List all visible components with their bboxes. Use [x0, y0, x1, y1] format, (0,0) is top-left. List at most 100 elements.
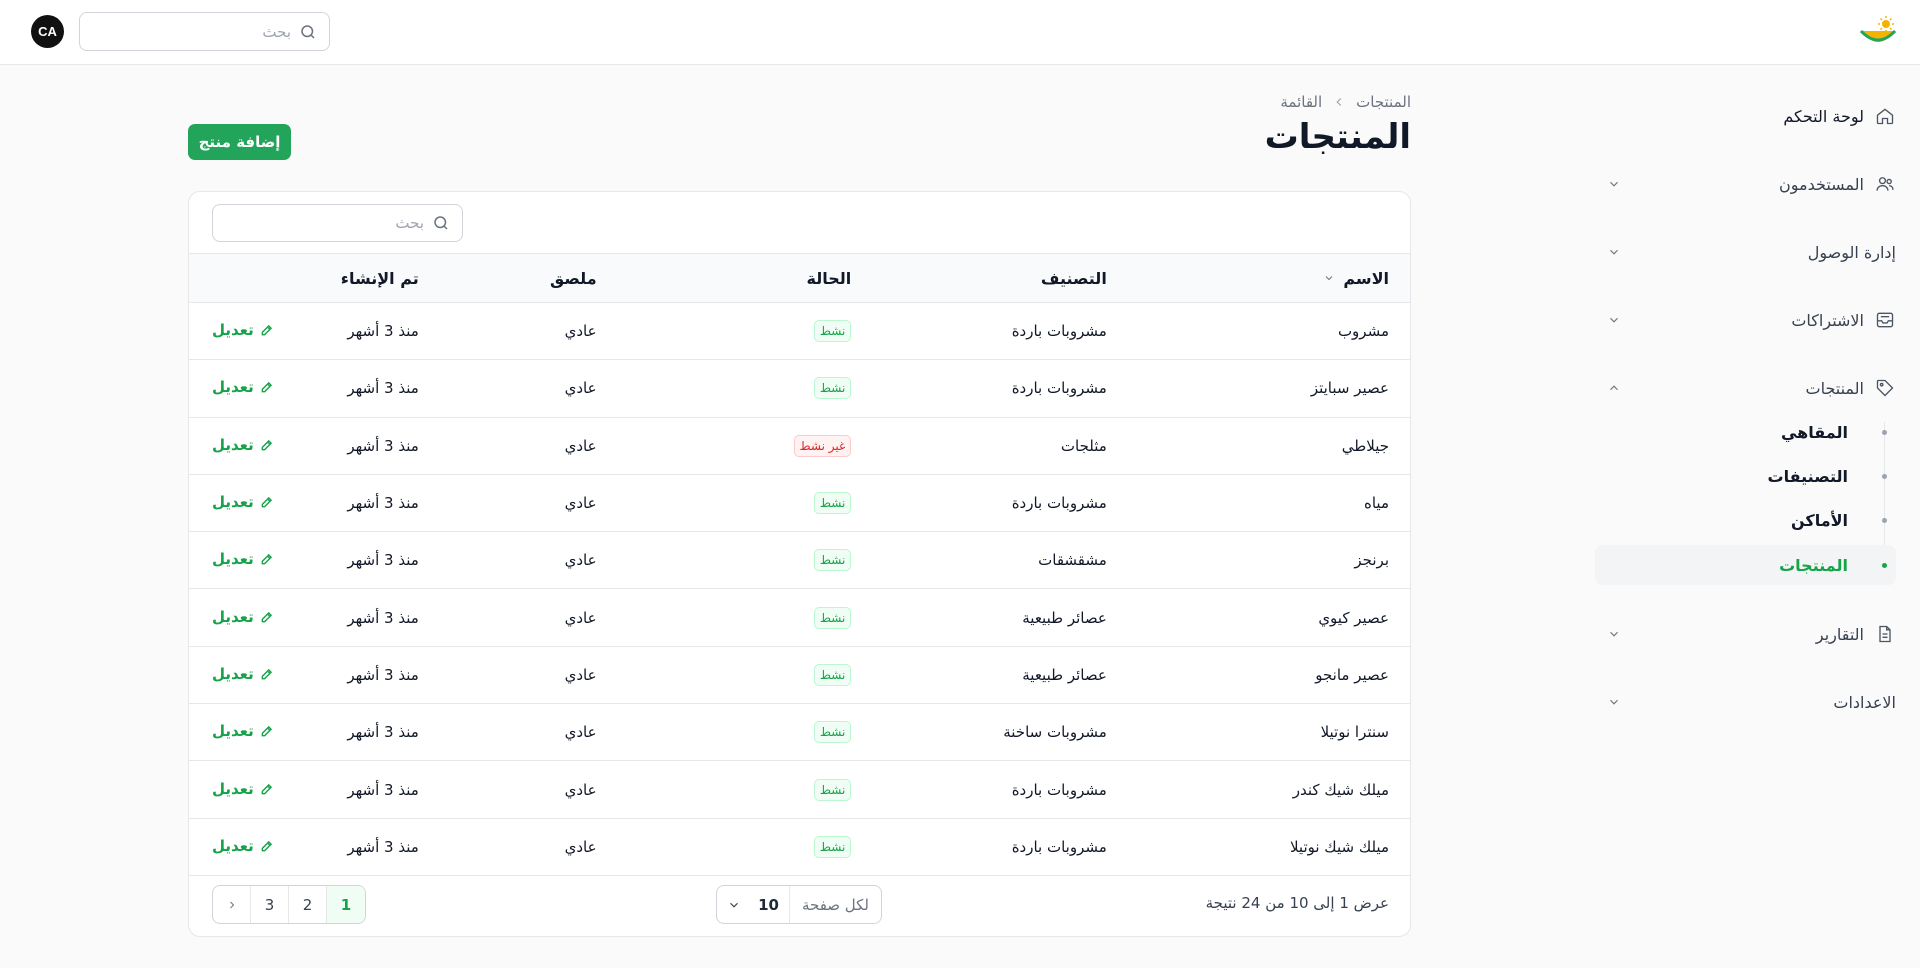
sidebar-item-label: الاعدادات [1833, 692, 1896, 712]
status-badge: نشط [813, 663, 852, 686]
edit-icon [260, 724, 274, 738]
add-product-button[interactable]: إضافة منتج [188, 124, 291, 160]
status-badge: نشط [813, 492, 852, 515]
edit-button[interactable]: تعديل [212, 550, 274, 568]
cell-created: منذ 3 أشهر [347, 379, 419, 398]
per-page-select[interactable]: لكل صفحة 10 [716, 885, 882, 924]
edit-label: تعديل [212, 779, 254, 798]
cell-name: ميلك شيك كندر [1292, 780, 1389, 799]
sidebar-item-label: إدارة الوصول [1807, 242, 1896, 262]
page-button-3[interactable]: 3 [251, 886, 289, 923]
cell-category: مشروبات باردة [1011, 379, 1107, 398]
edit-button[interactable]: تعديل [212, 665, 274, 683]
cell-category: مشروبات ساخنة [1003, 723, 1107, 742]
table-row: ميلك شيك كندر مشروبات باردة نشط عادي منذ… [189, 761, 1410, 819]
edit-button[interactable]: تعديل [212, 493, 274, 511]
chevron-right-icon [229, 901, 234, 908]
cell-category: مشقشقات [1038, 551, 1107, 570]
edit-icon [260, 495, 274, 509]
edit-button[interactable]: تعديل [212, 321, 274, 339]
edit-button[interactable]: تعديل [212, 436, 274, 454]
column-header-created: تم الإنشاء [340, 268, 419, 288]
edit-icon [260, 438, 274, 452]
cell-created: منذ 3 أشهر [347, 837, 419, 856]
cell-actions: تعديل [189, 589, 274, 646]
edit-button[interactable]: تعديل [212, 837, 274, 855]
cell-tag: عادي [564, 665, 597, 684]
bullet-dot [1882, 517, 1887, 523]
subnav-item-cafes[interactable]: المقاهي [1595, 412, 1896, 452]
cell-actions: تعديل [189, 761, 274, 818]
edit-label: تعديل [212, 321, 254, 340]
cell-status: نشط [597, 761, 852, 818]
sidebar-item-reports[interactable]: التقارير [1604, 614, 1896, 654]
per-page-label: لكل صفحة [788, 886, 881, 923]
cell-tag: عادي [564, 436, 597, 455]
sidebar-item-subscriptions[interactable]: الاشتراكات [1604, 300, 1896, 340]
table-row: جيلاطي مثلجات غير نشط عادي منذ 3 أشهر تع… [189, 417, 1410, 475]
cell-category: عصائر طبيعية [1022, 665, 1107, 684]
user-avatar[interactable]: CA [31, 15, 64, 48]
edit-label: تعديل [212, 664, 254, 683]
breadcrumb-root[interactable]: المنتجات [1356, 93, 1411, 111]
sidebar-item-label: الاشتراكات [1791, 310, 1864, 330]
bullet-dot [1882, 562, 1887, 568]
cell-name: عصير سبايتز [1310, 379, 1389, 398]
top-bar: CA [0, 0, 1920, 65]
page-button-1[interactable]: 1 [327, 886, 365, 923]
sidebar-item-products[interactable]: المنتجات [1604, 368, 1896, 408]
edit-label: تعديل [212, 435, 254, 454]
products-table: الاسم التصنيف الحالة ملصق تم الإنشاء مشر… [189, 253, 1410, 876]
edit-label: تعديل [212, 722, 254, 741]
sidebar-item-users[interactable]: المستخدمون [1604, 164, 1896, 204]
sidebar-item-access-management[interactable]: إدارة الوصول [1604, 232, 1896, 272]
table-row: مياه مشروبات باردة نشط عادي منذ 3 أشهر ت… [189, 474, 1410, 532]
table-row: برنجز مشقشقات نشط عادي منذ 3 أشهر تعديل [189, 532, 1410, 589]
cell-status: نشط [597, 646, 852, 703]
column-header-category: التصنيف [1040, 268, 1107, 288]
subnav-label: المقاهي [1780, 422, 1848, 442]
subnav-item-products[interactable]: المنتجات [1595, 545, 1896, 585]
cell-created: منذ 3 أشهر [347, 494, 419, 513]
search-icon [299, 23, 317, 41]
column-header-name[interactable]: الاسم [1107, 254, 1410, 303]
table-search[interactable] [212, 204, 463, 242]
chevron-down-icon [1606, 694, 1622, 710]
edit-label: تعديل [212, 378, 254, 397]
edit-button[interactable]: تعديل [212, 608, 274, 626]
cell-status: نشط [597, 818, 852, 875]
column-header-label: الاسم [1343, 268, 1389, 288]
next-page-button[interactable] [213, 886, 251, 923]
table-search-input[interactable] [213, 214, 424, 232]
sidebar-item-dashboard[interactable]: لوحة التحكم [1604, 96, 1896, 136]
sidebar-item-settings[interactable]: الاعدادات [1604, 682, 1896, 722]
cell-category: عصائر طبيعية [1022, 608, 1107, 627]
bullet-dot [1882, 473, 1887, 479]
global-search[interactable] [79, 12, 330, 51]
page-button-2[interactable]: 2 [289, 886, 327, 923]
edit-button[interactable]: تعديل [212, 722, 274, 740]
inbox-icon [1874, 309, 1896, 331]
subnav-item-categories[interactable]: التصنيفات [1595, 456, 1896, 496]
subnav-label: الأماكن [1790, 510, 1848, 530]
cell-status: غير نشط [597, 417, 852, 474]
cell-created: منذ 3 أشهر [347, 608, 419, 627]
tag-icon [1874, 377, 1896, 399]
cell-actions: تعديل [189, 704, 274, 761]
edit-button[interactable]: تعديل [212, 780, 274, 798]
edit-label: تعديل [212, 607, 254, 626]
sidebar-item-label: المستخدمون [1779, 174, 1864, 194]
sort-chevron-icon [1323, 272, 1335, 284]
status-badge: نشط [813, 721, 852, 744]
subnav-item-places[interactable]: الأماكن [1595, 500, 1896, 540]
edit-button[interactable]: تعديل [212, 378, 274, 396]
global-search-input[interactable] [80, 22, 291, 41]
status-badge: نشط [813, 377, 852, 400]
edit-icon [260, 839, 274, 853]
column-header-actions [189, 254, 274, 303]
status-badge: نشط [813, 549, 852, 572]
edit-icon [260, 552, 274, 566]
app-logo[interactable] [1858, 15, 1898, 51]
edit-label: تعديل [212, 836, 254, 855]
cell-tag: عادي [564, 379, 597, 398]
